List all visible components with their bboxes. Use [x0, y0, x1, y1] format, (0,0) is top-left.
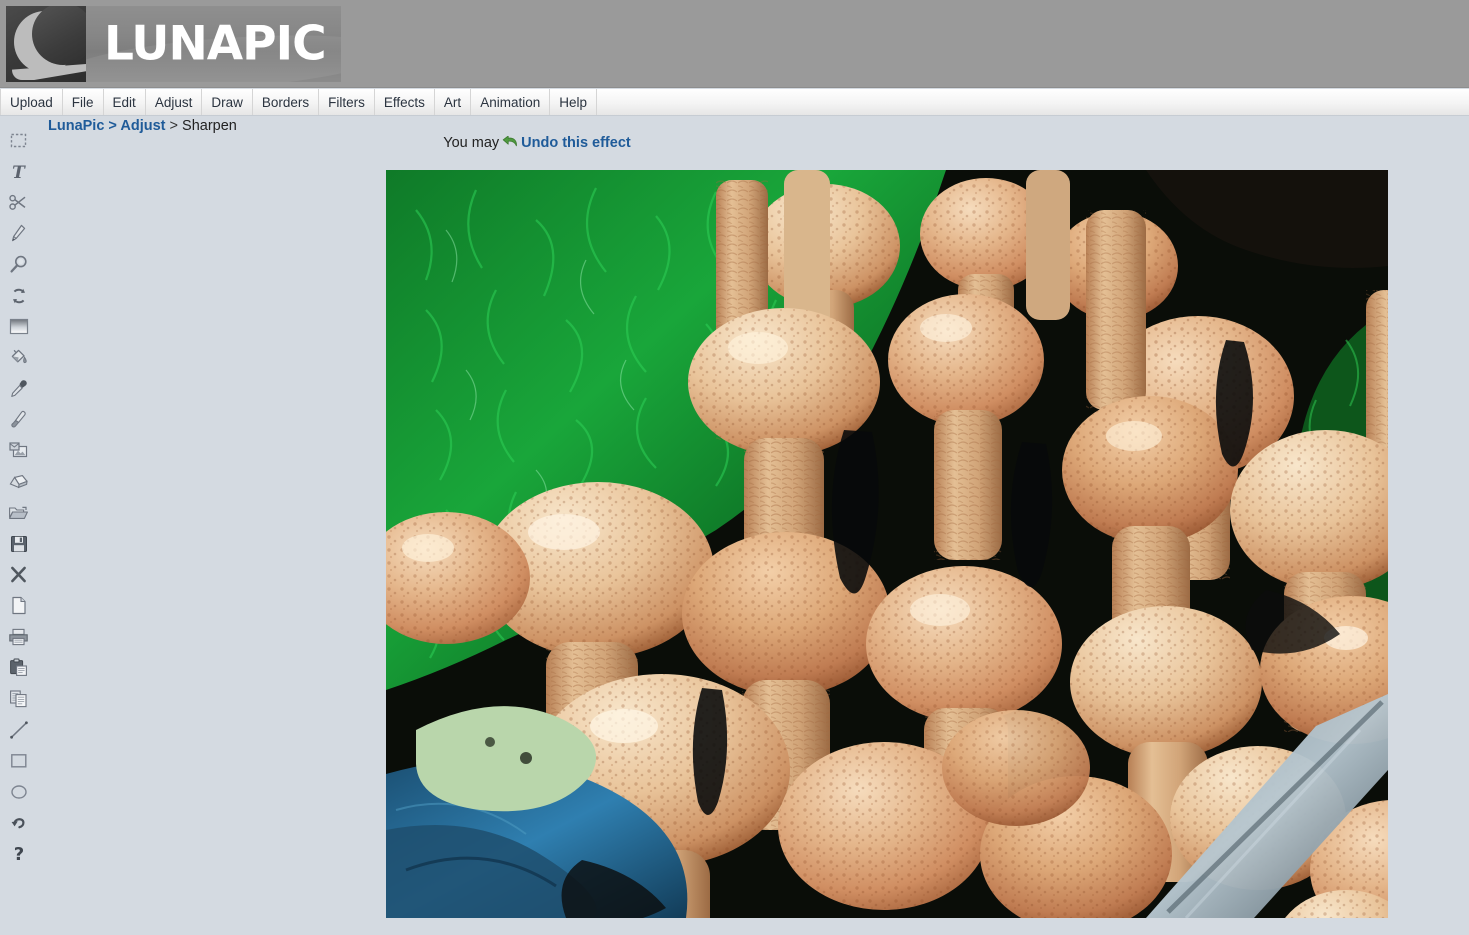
menu-effects[interactable]: Effects	[375, 89, 435, 115]
breadcrumb-separator-1: >	[104, 118, 121, 134]
brand-name: LUNAPIC	[104, 16, 327, 72]
edited-photo[interactable]	[386, 170, 1388, 918]
text-tool-icon[interactable]: T	[4, 158, 34, 185]
printer-icon[interactable]	[4, 623, 34, 650]
copy-icon[interactable]	[4, 685, 34, 712]
menu-animation[interactable]: Animation	[471, 89, 551, 115]
open-folder-icon[interactable]	[4, 499, 34, 526]
menu-edit[interactable]: Edit	[104, 89, 146, 115]
magnifier-icon[interactable]	[4, 251, 34, 278]
close-x-icon[interactable]	[4, 561, 34, 588]
breadcrumb-separator-2: >	[165, 118, 183, 134]
brush-icon[interactable]	[4, 406, 34, 433]
scissors-icon[interactable]	[4, 189, 34, 216]
undo-status-line: You may Undo this effect	[37, 135, 1037, 154]
breadcrumb-root[interactable]: LunaPic	[48, 118, 104, 134]
main-menu-bar: Upload File Edit Adjust Draw Borders Fil…	[0, 89, 1469, 116]
undo-tool-icon[interactable]	[4, 809, 34, 836]
undo-this-effect-link[interactable]: Undo this effect	[521, 135, 631, 151]
menu-help[interactable]: Help	[550, 89, 597, 115]
save-disk-icon[interactable]	[4, 530, 34, 557]
undo-arrow-icon	[502, 135, 518, 154]
app-header: LUNAPIC	[0, 0, 1469, 88]
image-canvas[interactable]	[386, 170, 1388, 918]
menu-file[interactable]: File	[63, 89, 104, 115]
breadcrumb-section-adjust[interactable]: Adjust	[120, 118, 165, 134]
logo-wordmark-panel: LUNAPIC	[86, 6, 341, 82]
ellipse-tool-icon[interactable]	[4, 778, 34, 805]
menu-art[interactable]: Art	[435, 89, 472, 115]
marquee-select-icon[interactable]	[4, 127, 34, 154]
new-document-icon[interactable]	[4, 592, 34, 619]
line-tool-icon[interactable]	[4, 716, 34, 743]
menu-upload[interactable]: Upload	[0, 89, 63, 115]
svg-text:?: ?	[13, 844, 23, 863]
pencil-icon[interactable]	[4, 220, 34, 247]
paint-bucket-icon[interactable]	[4, 344, 34, 371]
lunapic-logo[interactable]: LUNAPIC	[6, 6, 341, 82]
gradient-icon[interactable]	[4, 313, 34, 340]
menu-adjust[interactable]: Adjust	[146, 89, 203, 115]
breadcrumb-current-sharpen: Sharpen	[182, 118, 237, 134]
clipboard-paste-icon[interactable]	[4, 654, 34, 681]
menu-borders[interactable]: Borders	[253, 89, 320, 115]
help-question-icon[interactable]: ?	[4, 840, 34, 867]
crop-transform-icon[interactable]	[4, 437, 34, 464]
menu-draw[interactable]: Draw	[202, 89, 253, 115]
crescent-moon-icon	[6, 6, 86, 82]
undo-prefix-text: You may	[443, 135, 500, 151]
tool-palette: T ?	[0, 117, 37, 935]
mushroom-photo-render	[386, 170, 1388, 918]
eyedropper-icon[interactable]	[4, 375, 34, 402]
eraser-icon[interactable]	[4, 468, 34, 495]
breadcrumb: LunaPic > Adjust > Sharpen	[48, 118, 237, 134]
rectangle-tool-icon[interactable]	[4, 747, 34, 774]
rotate-icon[interactable]	[4, 282, 34, 309]
menu-filters[interactable]: Filters	[319, 89, 375, 115]
main-content-area: LunaPic > Adjust > Sharpen You may Undo t…	[37, 117, 1469, 935]
svg-text:T: T	[12, 163, 26, 181]
